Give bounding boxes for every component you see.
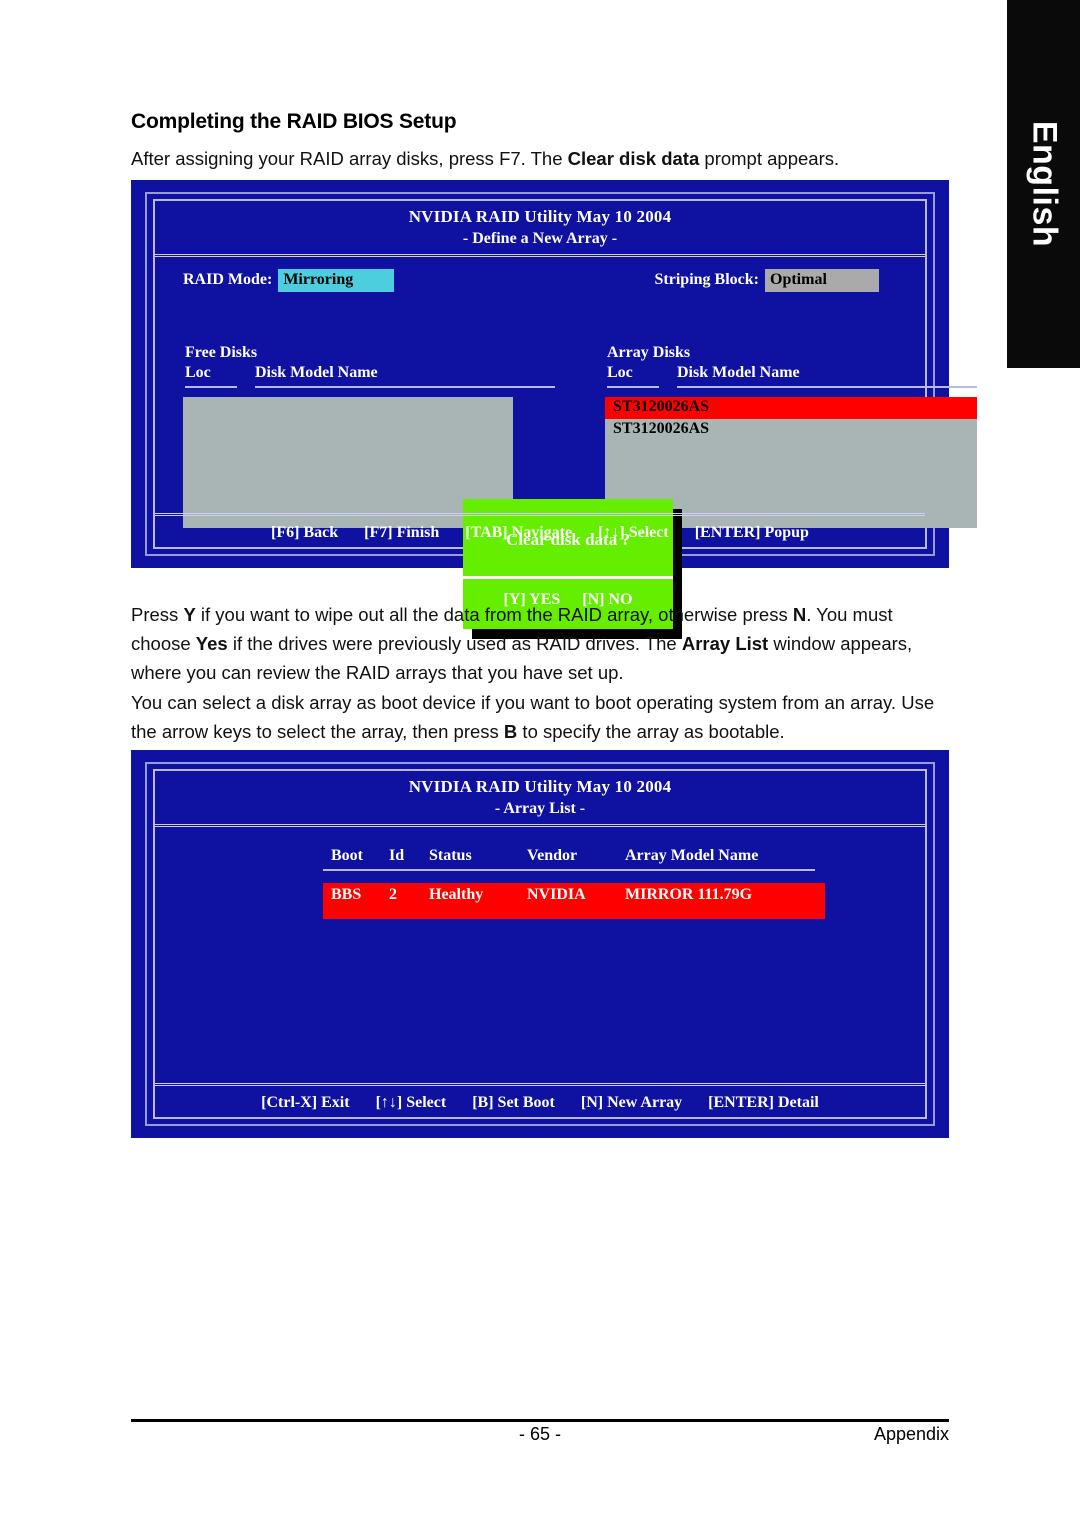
free-col-loc-header: Loc (185, 364, 237, 388)
bios-screen-define-new-array: NVIDIA RAID Utility May 10 2004 - Define… (131, 180, 977, 639)
bios1-titlebar: NVIDIA RAID Utility May 10 2004 - Define… (155, 201, 925, 257)
language-tab-english: English (1007, 0, 1080, 368)
bios1-inner-frame: NVIDIA RAID Utility May 10 2004 - Define… (153, 199, 977, 639)
press-text-1: Press (131, 604, 184, 625)
bios1-key-enter-popup[interactable]: [ENTER] Popup (695, 524, 809, 541)
page-content: Completing the RAID BIOS Setup After ass… (0, 0, 1007, 1532)
raid-mode-value[interactable]: Mirroring (278, 269, 395, 292)
column-header-status: Status (429, 847, 527, 871)
bios2-title-line1: NVIDIA RAID Utility May 10 2004 (408, 777, 672, 796)
column-header-array-model-name: Array Model Name (625, 847, 815, 871)
bios2-key-b-set-boot[interactable]: [B] Set Boot (472, 1094, 555, 1111)
array-col-model-header: Disk Model Name (677, 364, 977, 388)
bios1-footer-keys: [F6] Back [F7] Finish [TAB] Navigate [↑↓] S… (155, 513, 925, 547)
bios1-key-tab-navigate[interactable]: [TAB] Navigate (465, 524, 572, 541)
bios2-titlebar: NVIDIA RAID Utility May 10 2004 - Array … (155, 771, 925, 827)
array-disk-row-1[interactable]: ST3120026AS (605, 419, 977, 441)
array-list-header-row: Boot Id Status Vendor Array Model Name (323, 847, 883, 877)
bios2-key-enter-detail[interactable]: [ENTER] Detail (708, 1094, 819, 1111)
intro-paragraph: After assigning your RAID array disks, p… (131, 144, 961, 173)
free-col-model-header: Disk Model Name (255, 364, 555, 388)
array-col-loc-header: Loc (607, 364, 659, 388)
striping-block-value[interactable]: Optimal (765, 269, 879, 292)
bios2-key-n-new-array[interactable]: [N] New Array (581, 1094, 682, 1111)
cell-array-model-name: MIRROR 111.79G (625, 886, 753, 903)
array-disks-label: Array Disks (607, 344, 691, 361)
page-title: Completing the RAID BIOS Setup (131, 110, 457, 133)
array-list-table: Boot Id Status Vendor Array Model Name BBS 2 H… (323, 847, 883, 919)
press-array-list-term: Array List (681, 633, 769, 654)
bios1-mode-row: RAID Mode: Mirroring Striping Block: Optim… (183, 269, 897, 295)
bios1-outer-frame: NVIDIA RAID Utility May 10 2004 - Define… (145, 192, 977, 639)
raid-mode-group: RAID Mode: Mirroring (183, 269, 395, 292)
column-header-boot: Boot (323, 847, 389, 871)
boot-text-2: to specify the array as bootable. (517, 721, 785, 742)
footer-divider (131, 1419, 949, 1422)
table-row[interactable]: BBS 2 Healthy NVIDIA MIRROR 111.79G (323, 883, 825, 919)
bios1-title-line2: - Define a New Array - (462, 230, 618, 247)
raid-mode-label: RAID Mode: (183, 271, 273, 288)
cell-status: Healthy (429, 886, 484, 903)
press-text-2: if you want to wipe out all the data fro… (195, 604, 793, 625)
striping-block-label: Striping Block: (654, 271, 759, 288)
bios2-outer-frame: NVIDIA RAID Utility May 10 2004 - Array … (145, 762, 935, 1126)
bios2-key-arrows-select[interactable]: [↑↓] Select (376, 1094, 447, 1111)
intro-text-after: prompt appears. (699, 148, 840, 169)
bios1-key-f7-finish[interactable]: [F7] Finish (364, 524, 439, 541)
intro-text-before: After assigning your RAID array disks, p… (131, 148, 568, 169)
bios1-title-line1: NVIDIA RAID Utility May 10 2004 (408, 207, 672, 226)
cell-id: 2 (389, 886, 397, 903)
bios2-footer-keys: [Ctrl-X] Exit [↑↓] Select [B] Set Boot [N] … (155, 1083, 925, 1117)
press-key-n: N (792, 604, 807, 625)
clear-disk-dialog-separator (463, 576, 673, 579)
press-choice-yes: Yes (195, 633, 228, 654)
free-disks-label: Free Disks (185, 344, 258, 361)
language-tab-label: English (1025, 120, 1063, 248)
boot-key-b: B (503, 721, 518, 742)
bios1-key-arrows-select[interactable]: [↑↓] Select (598, 524, 669, 541)
cell-boot: BBS (331, 886, 362, 903)
bios2-key-ctrlx-exit[interactable]: [Ctrl-X] Exit (261, 1094, 349, 1111)
bios2-title-line2: - Array List - (494, 800, 586, 817)
striping-block-group: Striping Block: Optimal (655, 269, 879, 292)
column-header-vendor: Vendor (527, 847, 625, 871)
bios1-key-f6-back[interactable]: [F6] Back (271, 524, 338, 541)
column-header-id: Id (389, 847, 429, 871)
press-text-4: if the drives were previously used as RA… (227, 633, 682, 654)
array-disk-row-0[interactable]: ST3120026AS (605, 397, 977, 419)
cell-vendor: NVIDIA (527, 886, 586, 903)
bios2-inner-frame: NVIDIA RAID Utility May 10 2004 - Array … (153, 769, 927, 1119)
footer-section-label: Appendix (873, 1424, 949, 1444)
press-y-paragraph: Press Y if you want to wipe out all the … (131, 600, 953, 687)
bios-screen-array-list: NVIDIA RAID Utility May 10 2004 - Array … (131, 750, 949, 1138)
boot-device-paragraph: You can select a disk array as boot devi… (131, 688, 953, 746)
press-key-y: Y (183, 604, 196, 625)
intro-text-bold: Clear disk data (567, 148, 700, 169)
